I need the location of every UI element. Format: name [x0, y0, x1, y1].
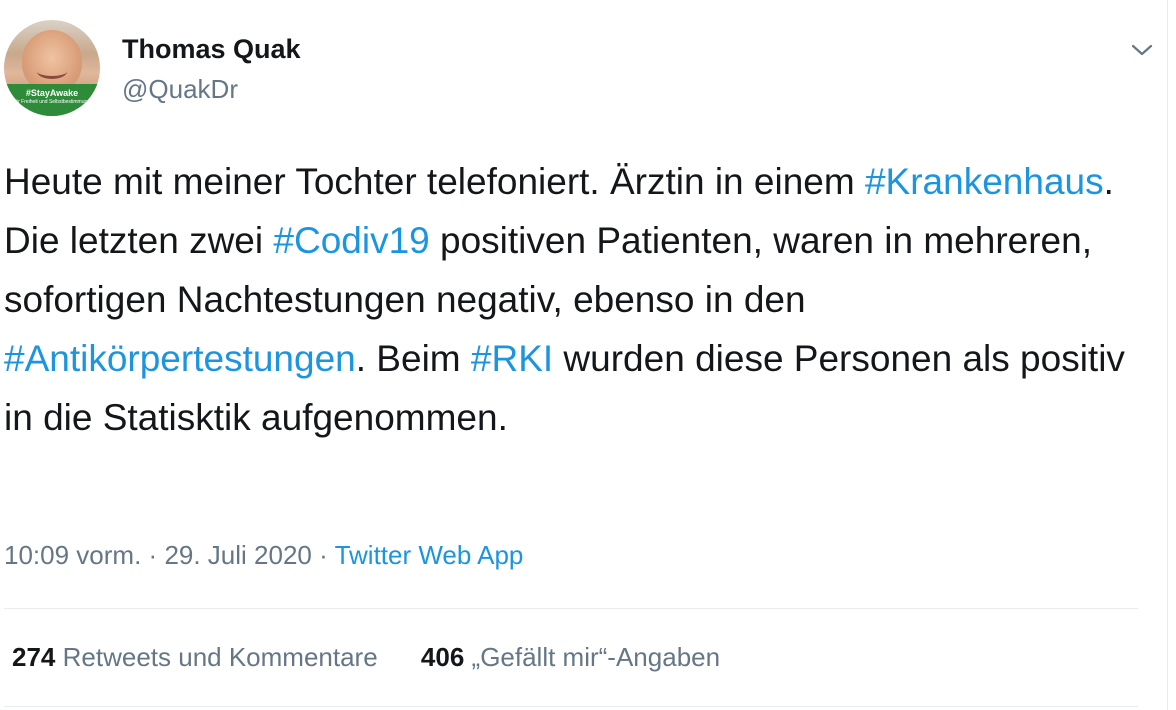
avatar-badge-text: #StayAwake [25, 88, 79, 98]
tweet-header: #StayAwake für Freiheit und Selbstbestim… [4, 20, 1164, 120]
retweets-label: Retweets und Kommentare [62, 642, 378, 672]
tweet-time[interactable]: 10:09 vorm. [4, 540, 141, 570]
avatar-smile [37, 64, 67, 79]
author-handle[interactable]: @QuakDr [122, 74, 238, 105]
chevron-down-icon[interactable] [1128, 36, 1156, 64]
avatar[interactable]: #StayAwake für Freiheit und Selbstbestim… [4, 20, 100, 116]
tweet-text-segment: Heute mit meiner Tochter telefoniert. Är… [4, 161, 865, 202]
divider-bottom [4, 706, 1138, 707]
retweets-count: 274 [12, 642, 56, 672]
meta-separator: · [319, 540, 328, 570]
tweet-text-segment: . Beim [355, 338, 471, 379]
tweet-source-link[interactable]: Twitter Web App [335, 540, 524, 570]
author-name[interactable]: Thomas Quak [122, 34, 301, 65]
tweet-date[interactable]: 29. Juli 2020 [164, 540, 311, 570]
likes-count: 406 [420, 642, 465, 672]
hashtag-link[interactable]: #Codiv19 [273, 220, 429, 261]
tweet-stats: 274 Retweets und Kommentare 406 „Gefällt… [12, 642, 756, 673]
hashtag-link[interactable]: #RKI [471, 338, 553, 379]
retweets-stat[interactable]: 274 Retweets und Kommentare [12, 642, 378, 673]
likes-stat[interactable]: 406 „Gefällt mir“-Angaben [421, 642, 720, 673]
tweet-meta: 10:09 vorm. · 29. Juli 2020 · Twitter We… [4, 540, 523, 571]
hashtag-link[interactable]: #Antikörpertestungen [4, 338, 356, 379]
right-border [1167, 0, 1168, 710]
tweet-card: #StayAwake für Freiheit und Selbstbestim… [0, 0, 1176, 710]
meta-separator: · [148, 540, 158, 570]
hashtag-link[interactable]: #Krankenhaus [865, 161, 1104, 202]
avatar-face [22, 30, 82, 92]
avatar-badge-subtext: für Freiheit und Selbstbestimmung [13, 99, 91, 105]
likes-label: „Gefällt mir“-Angaben [471, 642, 721, 672]
avatar-badge: #StayAwake für Freiheit und Selbstbestim… [4, 84, 100, 116]
tweet-text: Heute mit meiner Tochter telefoniert. Är… [4, 152, 1144, 447]
divider [4, 608, 1138, 609]
